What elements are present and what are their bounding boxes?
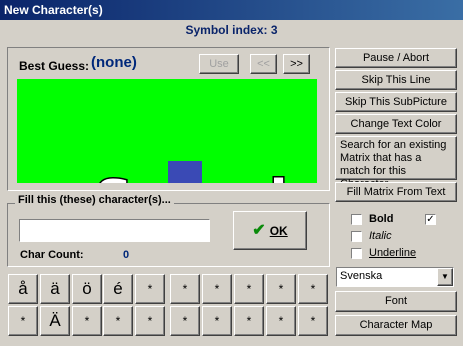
italic-label: Italic — [369, 230, 392, 242]
skip-subpicture-button[interactable]: Skip This SubPicture — [335, 92, 457, 112]
key-row2-6[interactable]: * — [170, 306, 200, 336]
key-row1-2[interactable]: ä — [40, 274, 70, 304]
ok-button[interactable]: ✔ OK — [233, 211, 307, 250]
ok-label: OK — [269, 224, 288, 238]
preview-text: Svensk Te — [95, 170, 317, 183]
use-button[interactable]: Use — [199, 54, 239, 74]
symbol-index-label: Symbol index: 3 — [185, 23, 278, 37]
bold-label: Bold — [369, 213, 394, 225]
search-matrix-button[interactable]: Search for an existing Matrix that has a… — [335, 136, 457, 190]
key-row2-9[interactable]: * — [266, 306, 296, 336]
fill-matrix-button[interactable]: Fill Matrix From Text — [335, 182, 457, 202]
window-title: New Character(s) — [0, 0, 463, 20]
pause-abort-button[interactable]: Pause / Abort — [335, 48, 457, 68]
change-text-color-button[interactable]: Change Text Color — [335, 114, 457, 134]
key-row1-1[interactable]: å — [8, 274, 38, 304]
underline-label: Underline — [369, 247, 417, 259]
character-preview: Svensk Te — [17, 79, 317, 183]
key-row2-4[interactable]: * — [103, 306, 133, 336]
next-guess-button[interactable]: >> — [283, 54, 310, 74]
key-row2-5[interactable]: * — [135, 306, 165, 336]
font-button[interactable]: Font — [335, 291, 457, 312]
italic-checkbox[interactable] — [351, 231, 362, 242]
key-row1-7[interactable]: * — [202, 274, 232, 304]
language-value: Svenska — [340, 270, 383, 282]
new-character-dialog: New Character(s) Symbol index: 3 Best Gu… — [0, 0, 463, 346]
key-row1-3[interactable]: ö — [72, 274, 102, 304]
bold-checkbox[interactable] — [351, 214, 362, 225]
previous-guess-button[interactable]: << — [250, 54, 277, 74]
underline-checkbox[interactable] — [351, 248, 362, 259]
key-row1-10[interactable]: * — [298, 274, 328, 304]
fill-group-title: Fill this (these) character(s)... — [15, 194, 174, 206]
character-map-button[interactable]: Character Map — [335, 315, 457, 336]
key-row2-2[interactable]: Ä — [40, 306, 70, 336]
char-count-label: Char Count: — [20, 249, 84, 261]
language-select[interactable]: Svenska ▼ — [336, 267, 454, 287]
key-row2-10[interactable]: * — [298, 306, 328, 336]
char-count-value: 0 — [123, 249, 130, 261]
key-row2-1[interactable]: * — [8, 306, 38, 336]
key-row2-8[interactable]: * — [234, 306, 264, 336]
key-row1-8[interactable]: * — [234, 274, 264, 304]
key-row1-5[interactable]: * — [135, 274, 165, 304]
bold-extra-checkbox[interactable]: ✓ — [425, 214, 436, 225]
character-input[interactable] — [19, 219, 210, 242]
best-guess-value: (none) — [91, 54, 137, 71]
key-row1-4[interactable]: é — [103, 274, 133, 304]
key-row2-7[interactable]: * — [202, 306, 232, 336]
key-row1-9[interactable]: * — [266, 274, 296, 304]
checkmark-icon: ✔ — [252, 222, 266, 239]
key-row2-3[interactable]: * — [72, 306, 102, 336]
dropdown-arrow-icon[interactable]: ▼ — [437, 268, 453, 286]
key-row1-6[interactable]: * — [170, 274, 200, 304]
skip-line-button[interactable]: Skip This Line — [335, 70, 457, 90]
best-guess-label: Best Guess: — [19, 59, 90, 73]
